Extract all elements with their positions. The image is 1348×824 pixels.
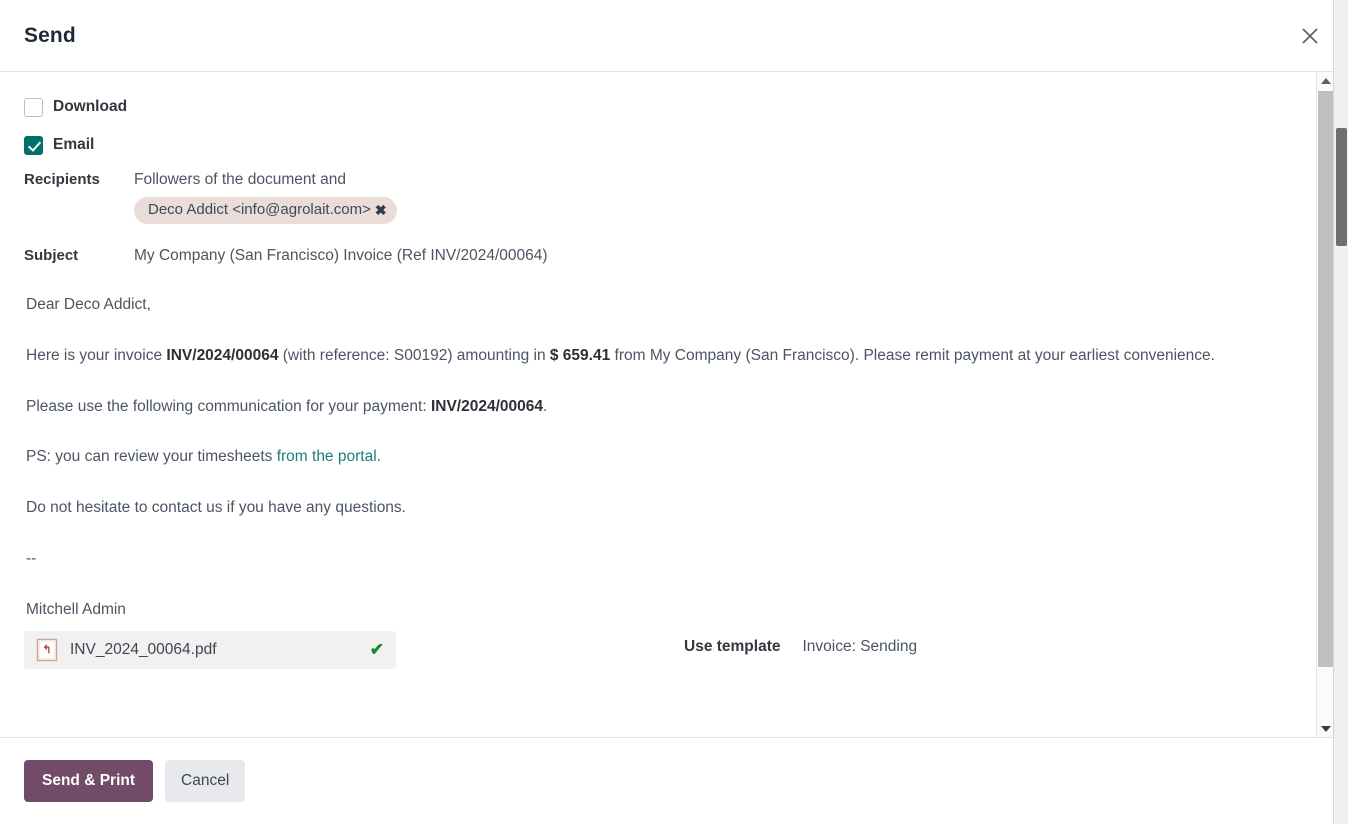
- send-and-print-button[interactable]: Send & Print: [24, 760, 154, 802]
- timesheet-text: PS: you can review your timesheets: [26, 448, 277, 466]
- invoice-number-2: INV/2024/00064: [430, 397, 543, 415]
- subject-row: Subject My Company (San Francisco) Invoi…: [24, 246, 1294, 267]
- window-scrollbar[interactable]: [1333, 0, 1348, 824]
- dialog-body: Download Email Recipients Followers of t…: [0, 72, 1318, 737]
- signature-separator: --: [26, 550, 37, 568]
- chevron-up-icon: [1320, 77, 1331, 84]
- pdf-file-icon: ↰: [36, 638, 58, 662]
- download-option-row[interactable]: Download: [24, 92, 1294, 122]
- chevron-down-icon: [1320, 725, 1331, 732]
- svg-text:↰: ↰: [42, 644, 51, 656]
- close-button[interactable]: [1290, 16, 1330, 56]
- send-dialog: Send Download Email Recipients Followers…: [0, 0, 1348, 824]
- recipients-tag-list: Deco Addict <info@agrolait.com> ✖: [134, 196, 1294, 225]
- download-checkbox[interactable]: [24, 97, 43, 117]
- recipients-row: Recipients Followers of the document and…: [24, 170, 1294, 225]
- recipient-tag-label: Deco Addict <info@agrolait.com>: [148, 200, 371, 218]
- email-body-editor[interactable]: Dear Deco Addict, Here is your invoice I…: [24, 293, 1294, 623]
- window-scrollbar-thumb[interactable]: [1336, 128, 1347, 246]
- subject-label: Subject: [24, 247, 79, 265]
- invoice-number-1: INV/2024/00064: [166, 346, 279, 364]
- communication-text-1: Please use the following communication f…: [26, 397, 431, 415]
- email-label: Email: [53, 136, 95, 153]
- dialog-header: Send: [0, 0, 1348, 72]
- attachments-and-template: ↰ INV_2024_00064.pdf ✔ Use template Invo…: [24, 630, 1294, 669]
- portal-link[interactable]: from the portal.: [277, 448, 381, 465]
- invoice-text-3: from My Company (San Francisco). Please …: [610, 346, 1215, 364]
- timesheet-paragraph: PS: you can review your timesheets from …: [26, 445, 1294, 470]
- recipients-value: Followers of the document and Deco Addic…: [134, 170, 1294, 225]
- greeting-line: Dear Deco Addict,: [26, 296, 151, 314]
- scroll-up-button[interactable]: [1317, 72, 1334, 89]
- email-option-row[interactable]: Email: [24, 130, 1294, 160]
- contact-paragraph: Do not hesitate to contact us if you hav…: [26, 499, 406, 517]
- attachment-column: ↰ INV_2024_00064.pdf ✔: [24, 630, 684, 669]
- dialog-body-wrapper: Download Email Recipients Followers of t…: [0, 72, 1348, 737]
- invoice-text-1: Here is your invoice: [26, 346, 167, 364]
- invoice-amount: $ 659.41: [549, 346, 611, 364]
- scroll-down-button[interactable]: [1317, 720, 1334, 737]
- dialog-title: Send: [24, 23, 76, 47]
- dialog-footer: Send & Print Cancel: [0, 737, 1348, 824]
- scrollbar-thumb[interactable]: [1318, 91, 1333, 667]
- template-select[interactable]: Invoice: Sending: [802, 638, 917, 656]
- close-icon: [1299, 25, 1321, 47]
- use-template-label: Use template: [684, 637, 781, 655]
- recipient-tag[interactable]: Deco Addict <info@agrolait.com> ✖: [134, 196, 397, 225]
- invoice-paragraph: Here is your invoice INV/2024/00064 (wit…: [26, 344, 1294, 369]
- remove-recipient-icon[interactable]: ✖: [375, 203, 387, 217]
- template-column: Use template Invoice: Sending: [684, 631, 917, 656]
- subject-input[interactable]: My Company (San Francisco) Invoice (Ref …: [134, 246, 1294, 267]
- attachment-uploaded-icon: ✔: [369, 639, 384, 659]
- attachment-item[interactable]: ↰ INV_2024_00064.pdf ✔: [24, 630, 396, 669]
- email-checkbox[interactable]: [24, 135, 43, 155]
- communication-text-2: .: [542, 397, 548, 415]
- attachment-filename: INV_2024_00064.pdf: [70, 640, 217, 658]
- signature-name: Mitchell Admin: [26, 600, 126, 618]
- communication-paragraph: Please use the following communication f…: [26, 395, 1294, 420]
- invoice-text-2: (with reference: S00192) amounting in: [278, 346, 550, 364]
- body-scrollbar[interactable]: [1316, 72, 1333, 737]
- cancel-button[interactable]: Cancel: [165, 760, 246, 802]
- recipients-label: Recipients: [24, 171, 100, 188]
- recipients-description: Followers of the document and: [134, 171, 346, 188]
- download-label: Download: [53, 98, 128, 115]
